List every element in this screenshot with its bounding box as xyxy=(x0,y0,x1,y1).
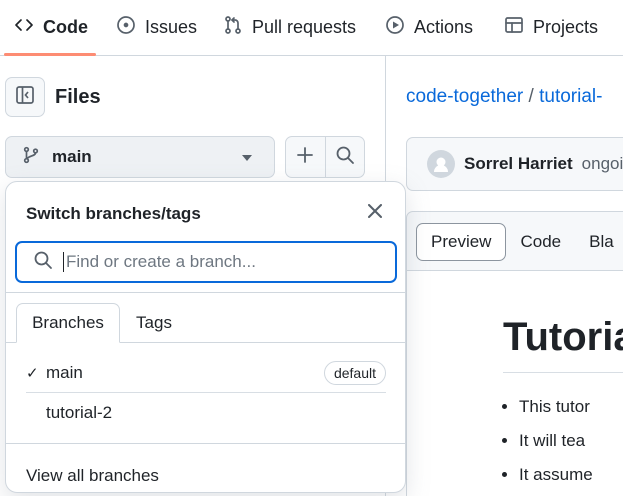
heading-divider xyxy=(503,372,623,373)
tab-code[interactable]: Code xyxy=(14,0,88,55)
readme-bullet-list: This tutor It will tea It assume xyxy=(519,396,593,496)
divider xyxy=(6,292,405,293)
branch-search-field xyxy=(15,241,397,283)
tab-issues[interactable]: Issues xyxy=(116,0,197,55)
search-files-button[interactable] xyxy=(324,137,365,177)
git-pull-request-icon xyxy=(223,15,243,40)
collapse-file-tree-button[interactable] xyxy=(5,77,45,117)
list-item: It assume xyxy=(519,464,593,496)
play-icon xyxy=(385,15,405,40)
branch-tag-tabs: Branches Tags xyxy=(6,303,405,343)
branch-item-main[interactable]: ✓ main default xyxy=(26,353,386,393)
close-dropdown-button[interactable] xyxy=(364,202,386,224)
tab-actions-label: Actions xyxy=(414,17,474,37)
github-mark-icon xyxy=(434,157,448,172)
breadcrumb: code-together / tutorial- xyxy=(406,86,602,108)
list-item: It will tea xyxy=(519,430,593,464)
dropdown-title: Switch branches/tags xyxy=(26,204,201,223)
preview-tab[interactable]: Preview xyxy=(416,223,507,261)
branch-item-label: main xyxy=(46,363,83,382)
add-file-button[interactable] xyxy=(286,137,325,177)
branch-item-label: tutorial-2 xyxy=(46,403,113,422)
file-actions-group xyxy=(285,136,365,178)
tab-pull-requests-label: Pull requests xyxy=(252,17,357,37)
code-view-tab[interactable]: Code xyxy=(506,223,575,261)
search-icon xyxy=(33,250,53,275)
tab-projects[interactable]: Projects xyxy=(504,0,598,55)
readme-heading: Tutoria xyxy=(503,315,623,359)
divider xyxy=(6,443,405,444)
close-icon xyxy=(368,203,382,223)
tab-tags[interactable]: Tags xyxy=(124,303,184,343)
git-branch-icon xyxy=(22,146,40,169)
issue-opened-icon xyxy=(116,15,136,40)
branch-search-input[interactable] xyxy=(63,252,363,272)
plus-icon xyxy=(295,145,315,170)
search-icon xyxy=(335,145,355,170)
view-mode-segmented-control: Preview Code Bla xyxy=(416,223,623,261)
blame-tab[interactable]: Bla xyxy=(575,223,623,261)
list-item: This tutor xyxy=(519,396,593,430)
repo-nav: Code Issues Pull requests Actions Projec… xyxy=(0,0,623,56)
tab-actions[interactable]: Actions xyxy=(385,0,473,55)
view-all-branches-link[interactable]: View all branches xyxy=(26,466,159,486)
commit-message[interactable]: ongoi xyxy=(582,154,623,174)
file-view-toolbar: Preview Code Bla xyxy=(406,211,623,271)
branch-item-tutorial-2[interactable]: tutorial-2 xyxy=(26,393,386,433)
latest-commit-bar: Sorrel Harriet ongoi xyxy=(406,137,623,191)
files-title: Files xyxy=(55,86,101,108)
commit-author[interactable]: Sorrel Harriet xyxy=(464,154,573,174)
code-icon xyxy=(14,15,34,40)
sidebar-collapse-icon xyxy=(15,85,35,110)
tab-pull-requests[interactable]: Pull requests xyxy=(223,0,356,55)
default-branch-badge: default xyxy=(323,361,386,385)
branch-switcher-dropdown: Switch branches/tags Branches Tags ✓ mai… xyxy=(5,181,406,493)
tab-code-label: Code xyxy=(43,17,88,37)
markdown-preview: Tutoria This tutor It will tea It assume xyxy=(406,270,623,496)
branch-name: main xyxy=(52,147,92,166)
caret-down-icon xyxy=(242,155,252,161)
tab-projects-label: Projects xyxy=(533,17,599,37)
branch-select-button[interactable]: main xyxy=(5,136,275,178)
breadcrumb-separator: / xyxy=(528,86,534,107)
tab-issues-label: Issues xyxy=(145,17,198,37)
avatar[interactable] xyxy=(427,150,455,178)
tab-branches[interactable]: Branches xyxy=(16,303,120,343)
breadcrumb-owner-link[interactable]: code-together xyxy=(406,86,523,107)
breadcrumb-repo-link[interactable]: tutorial- xyxy=(539,86,602,107)
table-icon xyxy=(504,15,524,40)
check-icon: ✓ xyxy=(26,365,39,382)
